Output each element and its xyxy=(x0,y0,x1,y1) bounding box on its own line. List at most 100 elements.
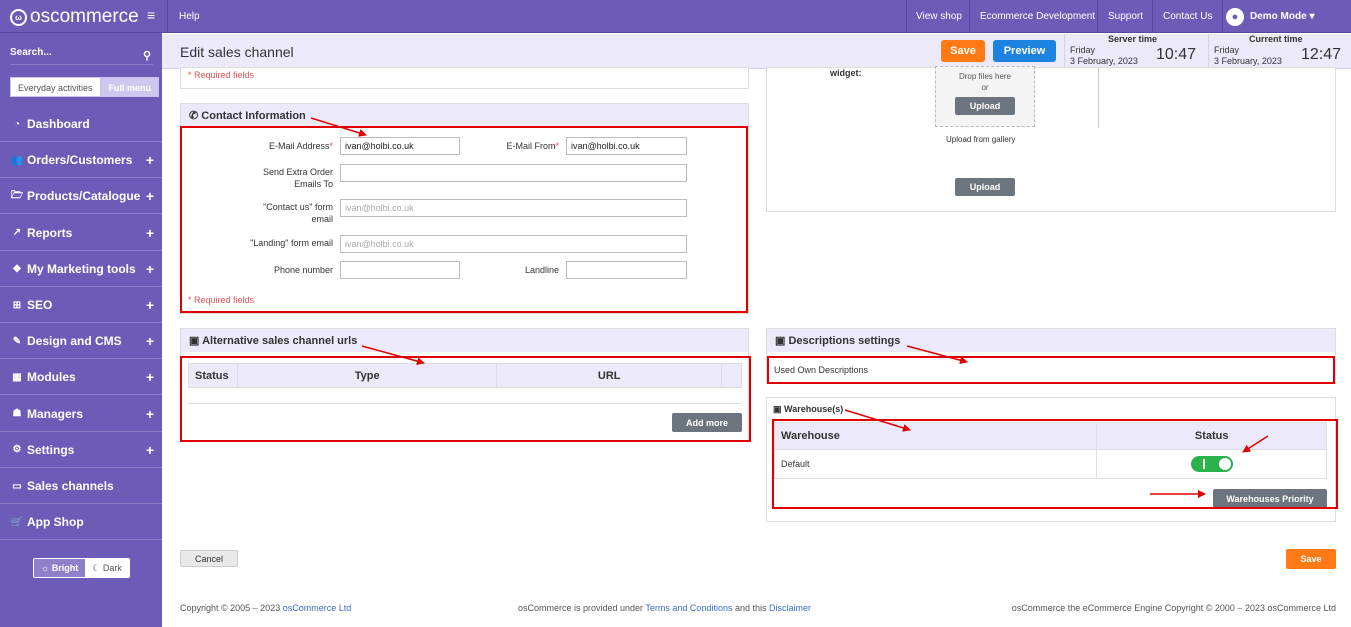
expand-icon[interactable]: + xyxy=(146,152,154,168)
current-time-clock: 12:47 xyxy=(1301,46,1342,63)
logo[interactable]: ω oscommerce xyxy=(10,6,139,28)
image-icon: ▣ xyxy=(775,335,786,347)
sidebar-item-products-catalogue[interactable]: 🗁 Products/Catalogue + xyxy=(0,179,162,215)
expand-icon[interactable]: + xyxy=(146,297,154,313)
contact-title: Contact Information xyxy=(201,110,306,122)
bottom-save-button[interactable]: Save xyxy=(1286,549,1336,569)
sidebar-item-dashboard[interactable]: ◔ Dashboard xyxy=(0,107,162,142)
terms-link[interactable]: Terms and Conditions xyxy=(645,603,732,613)
user-avatar-icon: ● xyxy=(1226,7,1244,26)
drop-text: Drop files here xyxy=(958,72,1012,81)
ecommerce-development-link[interactable]: Ecommerce Development xyxy=(980,0,1095,33)
logo-text: oscommerce xyxy=(30,6,139,27)
user-menu[interactable]: ● Demo Mode ▾ xyxy=(1226,0,1314,33)
sidebar-item-my-marketing-tools[interactable]: ◆ My Marketing tools + xyxy=(0,252,162,287)
sidebar-item-seo[interactable]: ⊞ SEO + xyxy=(0,288,162,323)
annotation-box-contact xyxy=(180,126,748,313)
descriptions-header: ▣ Descriptions settings xyxy=(767,329,1335,352)
sidebar-item-label: Design and CMS xyxy=(27,334,122,349)
expand-icon[interactable]: + xyxy=(146,333,154,349)
contact-us-link[interactable]: Contact Us xyxy=(1163,0,1212,33)
sidebar-item-label: My Marketing tools xyxy=(27,261,136,276)
tag-icon: ◆ xyxy=(13,263,21,275)
descriptions-title: Descriptions settings xyxy=(788,335,901,347)
view-shop-link[interactable]: View shop xyxy=(916,0,962,33)
tab-full-menu[interactable]: Full menu xyxy=(100,77,160,97)
sidebar-item-label: Modules xyxy=(27,370,76,385)
required-note: * Required fields xyxy=(188,70,255,80)
server-time: Server time Friday 3 February, 2023 10:47 xyxy=(1064,34,1200,69)
warehouses-title: ▣ Warehouse(s) xyxy=(773,404,844,414)
server-time-clock: 10:47 xyxy=(1156,46,1197,63)
contact-panel-header: ✆ Contact Information xyxy=(181,104,748,127)
oscommerce-ltd-link[interactable]: osCommerce Ltd xyxy=(283,603,352,613)
sidebar-search[interactable]: Search... ⚲ xyxy=(10,43,153,65)
upload-from-gallery-link[interactable]: Upload from gallery xyxy=(946,135,1015,144)
expand-icon[interactable]: + xyxy=(146,442,154,458)
sidebar-item-label: Settings xyxy=(27,442,75,457)
current-time-label: Current time xyxy=(1249,34,1303,44)
sidebar-item-label: Dashboard xyxy=(27,117,90,131)
chart-icon: ↗ xyxy=(12,227,22,239)
footer-copyright: Copyright © 2005 – 2023 osCommerce Ltd xyxy=(180,603,352,613)
alt-urls-header: ▣ Alternative sales channel urls xyxy=(181,329,748,352)
folder-icon: 🗁 xyxy=(10,189,24,201)
cancel-button[interactable]: Cancel xyxy=(180,550,238,567)
search-icon[interactable]: ⚲ xyxy=(143,49,151,62)
help-link[interactable]: Help xyxy=(179,0,200,33)
modules-icon: ▦ xyxy=(12,371,22,383)
alt-urls-title: Alternative sales channel urls xyxy=(202,335,358,347)
page-title: Edit sales channel xyxy=(180,44,294,60)
image-icon: ▣ xyxy=(773,404,782,414)
annotation-box-descriptions xyxy=(767,356,1335,384)
brush-icon: ✎ xyxy=(12,335,22,347)
sitemap-icon: ⊞ xyxy=(12,299,22,311)
user-icon: ☗ xyxy=(12,408,22,420)
search-label: Search... xyxy=(10,47,52,58)
sidebar-item-label: Products/Catalogue xyxy=(27,189,141,204)
support-link[interactable]: Support xyxy=(1108,0,1143,33)
image-icon: ▣ xyxy=(189,335,200,347)
sidebar-item-settings[interactable]: ⚙ Settings + xyxy=(0,433,162,468)
sidebar-item-label: Sales channels xyxy=(27,479,114,493)
sidebar-item-app-shop[interactable]: 🛒 App Shop xyxy=(0,505,162,541)
footer-license: osCommerce is provided under Terms and C… xyxy=(518,603,812,613)
expand-icon[interactable]: + xyxy=(146,406,154,422)
upload-button-2[interactable]: Upload xyxy=(955,178,1015,196)
theme-bright-button[interactable]: ☼ Bright xyxy=(34,559,86,577)
expand-icon[interactable]: + xyxy=(146,188,154,204)
preview-button[interactable]: Preview xyxy=(993,40,1056,62)
sidebar-item-orders-customers[interactable]: 👥 Orders/Customers + xyxy=(0,143,162,179)
upload-button[interactable]: Upload xyxy=(955,97,1015,115)
tab-everyday-activities[interactable]: Everyday activities xyxy=(10,77,101,97)
user-name: Demo Mode ▾ xyxy=(1250,11,1315,22)
expand-icon[interactable]: + xyxy=(146,261,154,277)
server-time-date: Friday 3 February, 2023 xyxy=(1070,45,1138,66)
dropzone[interactable]: Drop files here or Upload xyxy=(935,66,1035,127)
sidebar-item-label: App Shop xyxy=(27,515,84,530)
sidebar-item-label: Orders/Customers xyxy=(27,153,133,168)
sidebar-item-design-and-cms[interactable]: ✎ Design and CMS + xyxy=(0,324,162,360)
sidebar-item-sales-channels[interactable]: ▭ Sales channels xyxy=(0,469,162,504)
sidebar-item-modules[interactable]: ▦ Modules + xyxy=(0,360,162,396)
theme-switch: ☼ Bright ☾ Dark xyxy=(33,558,130,578)
phone-icon: ✆ xyxy=(189,110,199,122)
sidebar-item-managers[interactable]: ☗ Managers + xyxy=(0,397,162,432)
annotation-box-warehouses xyxy=(772,419,1338,509)
sidebar-item-reports[interactable]: ↗ Reports + xyxy=(0,216,162,251)
general-panel: * Required fields xyxy=(180,67,749,89)
theme-dark-button[interactable]: ☾ Dark xyxy=(85,559,129,577)
disclaimer-link[interactable]: Disclaimer xyxy=(769,603,811,613)
expand-icon[interactable]: + xyxy=(146,369,154,385)
current-time: Current time Friday 3 February, 2023 12:4… xyxy=(1208,34,1348,69)
footer-engine-copyright: osCommerce the eCommerce Engine Copyrigh… xyxy=(1011,603,1336,613)
server-time-label: Server time xyxy=(1108,34,1158,44)
save-button[interactable]: Save xyxy=(941,40,985,62)
users-icon: 👥 xyxy=(10,154,24,166)
dashboard-icon: ◔ xyxy=(13,118,21,130)
expand-icon[interactable]: + xyxy=(146,225,154,241)
sidebar-item-label: Reports xyxy=(27,225,73,240)
sidebar: Search... ⚲ Everyday activities Full men… xyxy=(0,33,162,627)
current-time-date: Friday 3 February, 2023 xyxy=(1214,45,1282,66)
hamburger-menu-icon[interactable]: ≡ xyxy=(147,7,155,23)
